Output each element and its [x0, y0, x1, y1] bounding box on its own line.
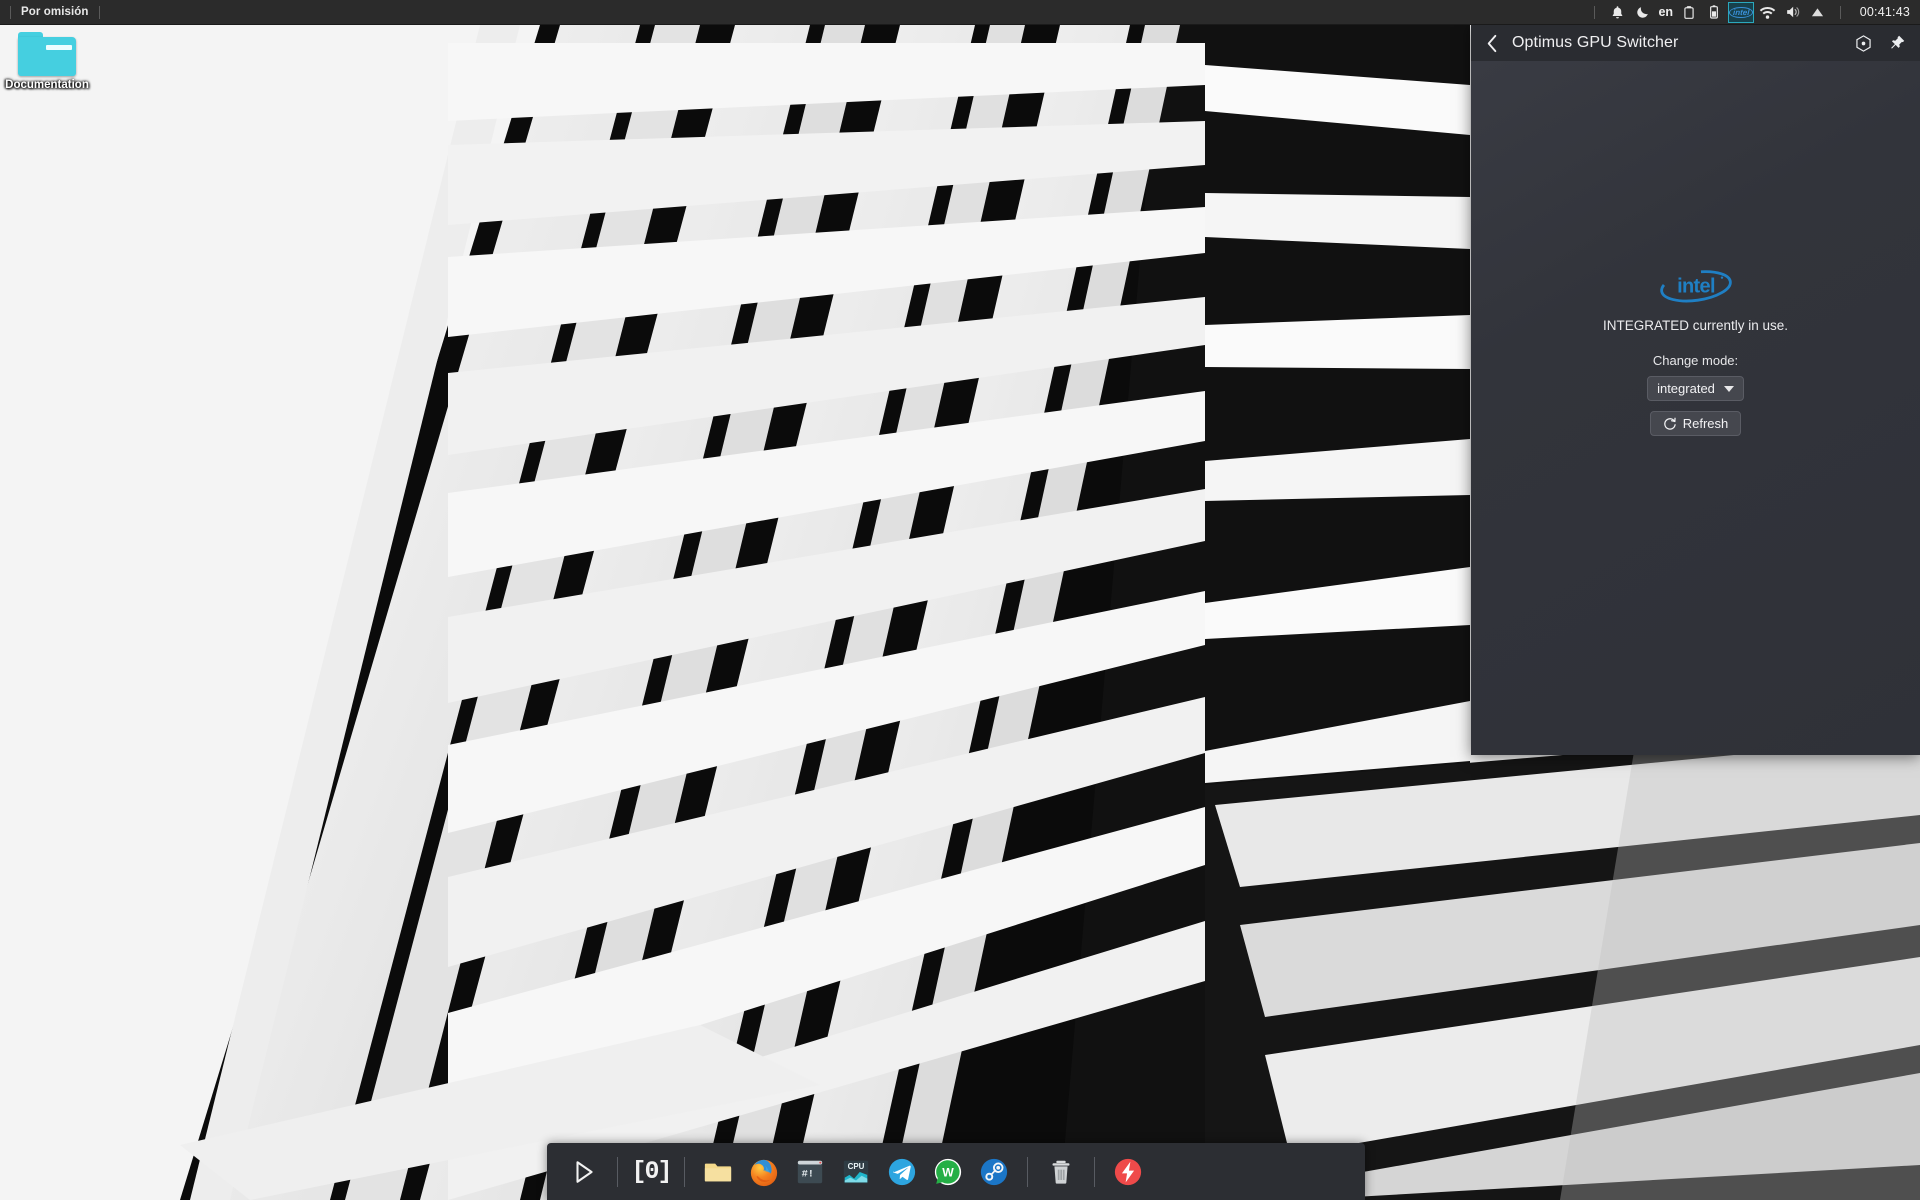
optimus-gpu-switcher-panel: Optimus GPU Switcher intel INTEGRATED cu… — [1471, 25, 1920, 755]
panel-separator — [10, 5, 11, 19]
terminal-glyph: #! — [797, 1160, 823, 1183]
power-glyph — [1114, 1158, 1142, 1185]
keyboard-layout-label: en — [1658, 5, 1674, 19]
show-hidden-tray-icon[interactable] — [1805, 0, 1830, 25]
whatsapp-glyph: W — [934, 1158, 962, 1185]
panel-header-actions — [1852, 32, 1908, 54]
notification-bell-icon[interactable] — [1605, 0, 1630, 25]
settings-hexagon-icon[interactable] — [1852, 32, 1874, 54]
battery-icon[interactable] — [1702, 0, 1727, 25]
workspace-name[interactable]: Por omisión — [21, 6, 89, 18]
clock[interactable]: 00:41:43 — [1860, 5, 1910, 19]
intel-tray-label: intel — [1728, 6, 1754, 18]
night-mode-moon-icon[interactable] — [1630, 0, 1655, 25]
refresh-label: Refresh — [1682, 416, 1729, 431]
power-icon[interactable] — [1105, 1149, 1151, 1195]
steam-icon[interactable] — [971, 1149, 1017, 1195]
cpu-monitor-glyph: CPU — [843, 1160, 869, 1183]
folder-documentation[interactable]: Documentation — [5, 32, 89, 91]
folder-icon — [18, 32, 76, 76]
firefox-glyph — [750, 1159, 778, 1186]
panel-title: Optimus GPU Switcher — [1512, 34, 1679, 51]
wifi-icon[interactable] — [1755, 0, 1780, 25]
desktop-icon-label: Documentation — [5, 79, 89, 91]
svg-text:intel: intel — [1677, 275, 1715, 297]
folder-body — [18, 37, 76, 76]
system-tray: en intel 00:41:43 — [1584, 0, 1920, 25]
tray-separator — [1839, 5, 1841, 19]
volume-icon[interactable] — [1780, 0, 1805, 25]
clipboard-manager-icon[interactable] — [1677, 0, 1702, 25]
applications-menu-icon[interactable] — [561, 1149, 607, 1195]
intel-gpu-indicator[interactable]: intel — [1727, 1, 1754, 23]
folder-sheet — [46, 45, 72, 50]
svg-text:#!: #! — [802, 1168, 814, 1180]
workspace-switcher-label: [0] — [631, 1157, 672, 1186]
terminal-icon[interactable]: #! — [787, 1149, 833, 1195]
chevron-down-icon — [1723, 385, 1734, 392]
separator-3 — [1027, 1156, 1028, 1187]
keyboard-layout-indicator[interactable]: en — [1655, 0, 1677, 25]
telegram-glyph — [888, 1158, 916, 1185]
whatsapp-icon[interactable]: W — [925, 1149, 971, 1195]
panel-body: intel INTEGRATED currently in use. Chang… — [1471, 61, 1920, 755]
trash-icon[interactable] — [1038, 1149, 1084, 1195]
firefox-icon[interactable] — [741, 1149, 787, 1195]
intel-logo: intel — [1655, 266, 1737, 308]
gpu-status-text: INTEGRATED currently in use. — [1602, 318, 1789, 333]
refresh-icon — [1663, 417, 1676, 430]
trash-glyph — [1052, 1160, 1070, 1184]
steam-glyph — [980, 1158, 1008, 1185]
back-chevron-icon[interactable] — [1479, 30, 1505, 56]
svg-text:CPU: CPU — [848, 1162, 865, 1171]
refresh-button[interactable]: Refresh — [1649, 411, 1742, 436]
tray-separator — [1593, 5, 1595, 19]
gpu-mode-select[interactable]: integrated — [1647, 376, 1744, 401]
telegram-icon[interactable] — [879, 1149, 925, 1195]
top-panel: Por omisión en intel 00:41:43 — [0, 0, 1920, 25]
dock: [0] #! CPU W — [547, 1143, 1365, 1200]
separator-4 — [1094, 1156, 1095, 1187]
pin-icon[interactable] — [1886, 32, 1908, 54]
workspace-switcher-icon[interactable]: [0] — [628, 1149, 674, 1195]
folder-glyph — [704, 1163, 732, 1181]
change-mode-label: Change mode: — [1652, 353, 1739, 368]
separator-1 — [617, 1156, 618, 1187]
panel-header: Optimus GPU Switcher — [1471, 25, 1920, 61]
separator-2 — [684, 1156, 685, 1187]
panel-separator — [98, 5, 100, 19]
svg-text:W: W — [942, 1165, 954, 1179]
gpu-mode-value: integrated — [1657, 381, 1715, 396]
cpu-monitor-icon[interactable]: CPU — [833, 1149, 879, 1195]
file-manager-icon[interactable] — [695, 1149, 741, 1195]
gpu-status-section: intel INTEGRATED currently in use. Chang… — [1471, 266, 1920, 436]
